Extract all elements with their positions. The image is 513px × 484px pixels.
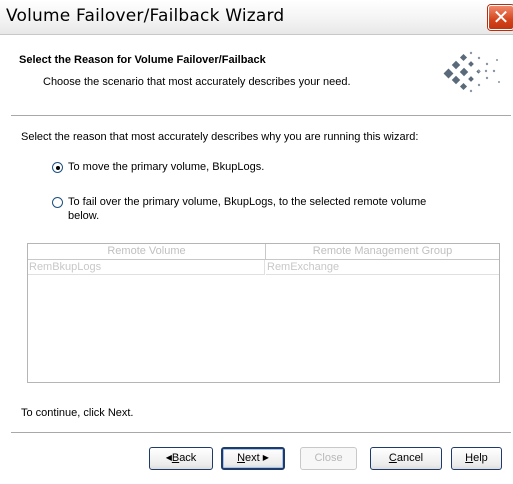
close-window-button[interactable]: ✕ bbox=[488, 5, 513, 30]
remote-volume-table[interactable]: Remote Volume Remote Management Group Re… bbox=[27, 243, 500, 383]
help-button[interactable]: Help bbox=[451, 447, 502, 470]
table-cell-remote-volume[interactable]: RemBkupLogs bbox=[28, 260, 265, 275]
title-bar[interactable]: Volume Failover/Failback Wizard ✕ bbox=[0, 0, 513, 35]
footer-divider bbox=[11, 432, 511, 434]
option-failover-label-line1[interactable]: To fail over the primary volume, BkupLog… bbox=[68, 195, 426, 209]
cancel-button[interactable]: Cancel bbox=[370, 447, 442, 470]
header-divider bbox=[11, 115, 511, 117]
reason-prompt: Select the reason that most accurately d… bbox=[21, 131, 419, 143]
option-move-label[interactable]: To move the primary volume, BkupLogs. bbox=[68, 160, 264, 174]
next-button[interactable]: Next ▶ bbox=[221, 447, 285, 470]
column-header-remote-volume[interactable]: Remote Volume bbox=[28, 244, 266, 260]
header-subtitle: Choose the scenario that most accurately… bbox=[43, 76, 351, 88]
table-cell-remote-management-group[interactable]: RemExchange bbox=[266, 260, 499, 275]
option-failover-radio[interactable] bbox=[52, 197, 63, 208]
column-header-remote-management-group[interactable]: Remote Management Group bbox=[266, 244, 499, 260]
wizard-window: Volume Failover/Failback Wizard ✕ Select… bbox=[0, 0, 513, 484]
next-arrow-icon: ▶ bbox=[262, 453, 269, 462]
wizard-header: Select the Reason for Volume Failover/Fa… bbox=[11, 48, 511, 108]
option-move-radio[interactable] bbox=[52, 162, 63, 173]
option-failover-label-line2[interactable]: below. bbox=[68, 209, 99, 223]
dot-diamond-logo-icon bbox=[443, 51, 500, 93]
header-title: Select the Reason for Volume Failover/Fa… bbox=[19, 54, 266, 66]
back-button[interactable]: ◀Back bbox=[149, 447, 213, 470]
close-button: Close bbox=[300, 447, 357, 470]
continue-hint: To continue, click Next. bbox=[21, 407, 134, 419]
window-title: Volume Failover/Failback Wizard bbox=[6, 6, 285, 26]
